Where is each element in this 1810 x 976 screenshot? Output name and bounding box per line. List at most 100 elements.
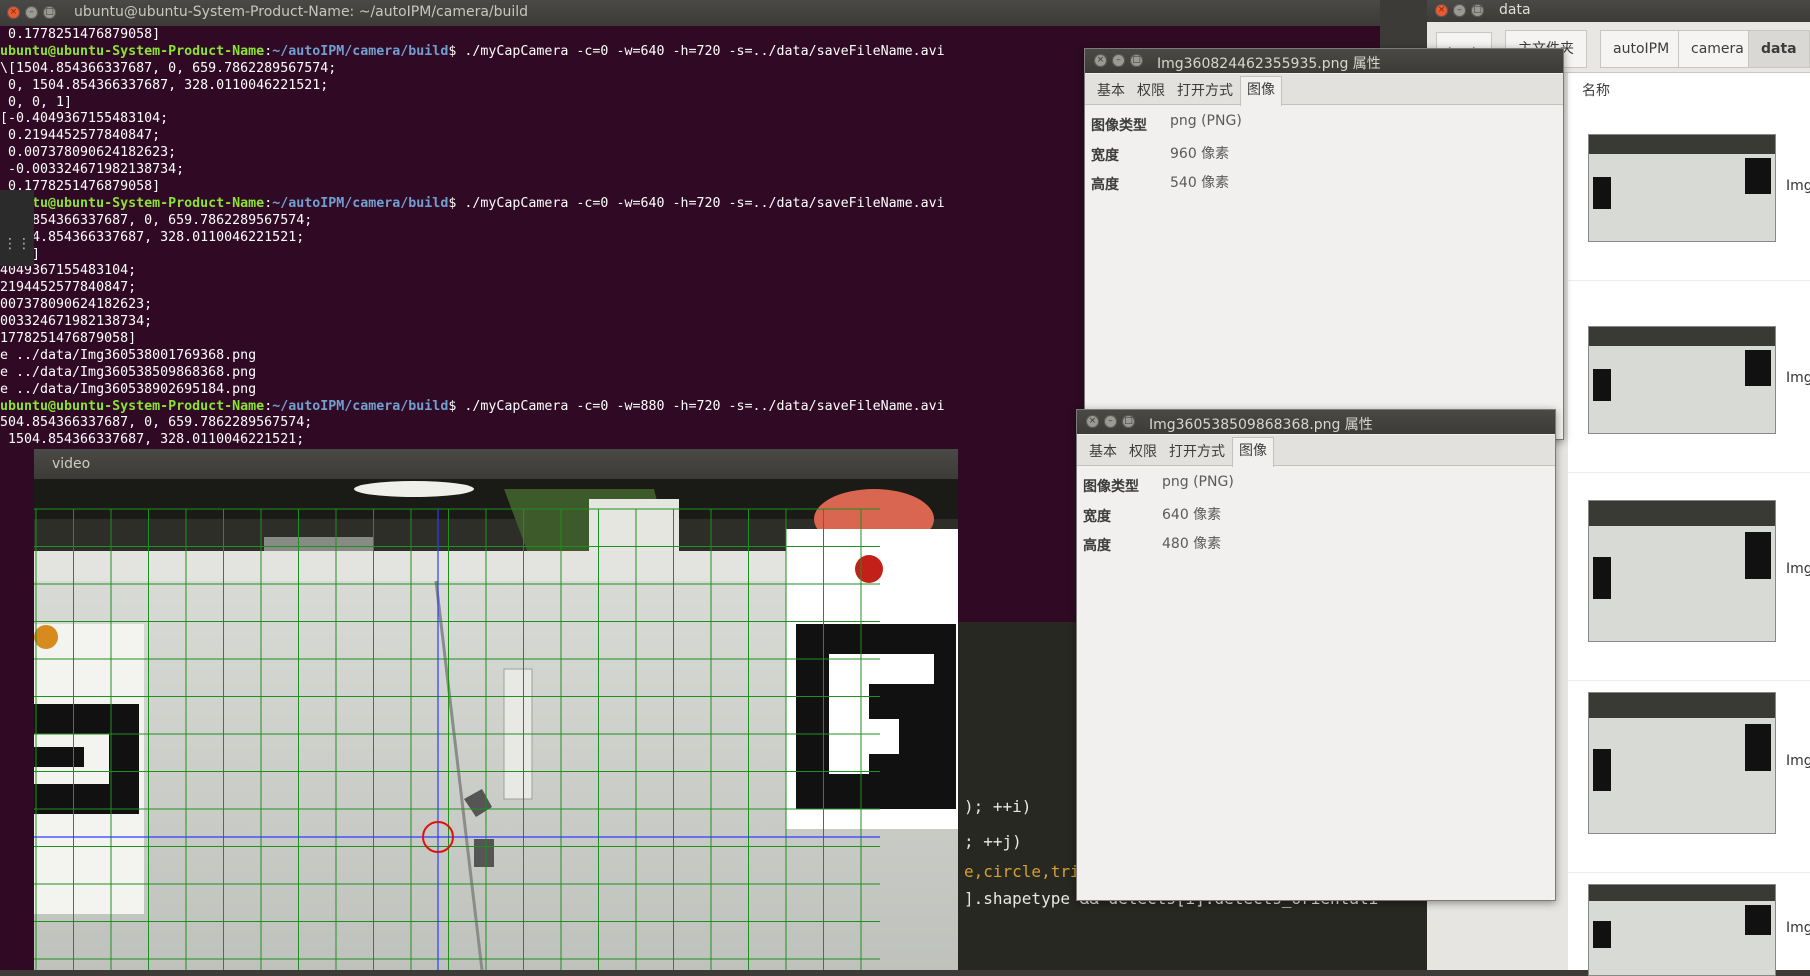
- maximize-icon[interactable]: □: [1130, 54, 1143, 67]
- app-grid-icon[interactable]: ⋮⋮: [3, 233, 31, 255]
- terminal-text: [-0.4049367155483104;: [0, 111, 169, 127]
- prompt-path: ~/autoIPM/camera/build: [272, 195, 449, 211]
- dialog-tabs: 基本 权限 打开方式 图像: [1077, 435, 1555, 467]
- breadcrumb-item[interactable]: autoIPM: [1600, 30, 1683, 68]
- thumb-marker: [1593, 369, 1611, 402]
- orange-magnet: [34, 625, 58, 649]
- prompt-colon: :: [264, 398, 273, 414]
- code-line: ); ++i): [964, 797, 1032, 816]
- file-name[interactable]: Img: [1786, 178, 1810, 194]
- property-label: 图像类型: [1083, 479, 1139, 495]
- file-name[interactable]: Img: [1786, 561, 1810, 577]
- terminal-text: -0.003324671982138734;: [0, 162, 185, 178]
- minimize-icon[interactable]: –: [1453, 4, 1466, 17]
- dialog-titlebar[interactable]: × – □ Img360824462355935.png 属性: [1085, 49, 1563, 73]
- thumb-marker: [1745, 723, 1771, 772]
- column-header-name[interactable]: 名称: [1582, 80, 1610, 100]
- breadcrumb-item[interactable]: data: [1748, 30, 1810, 68]
- marker-cell: [34, 747, 84, 767]
- terminal-text: \[1504.854366337687, 0, 659.786228956757…: [0, 60, 337, 76]
- tab-2[interactable]: 打开方式: [1163, 439, 1231, 465]
- thumb-marker: [1593, 749, 1611, 791]
- file-thumbnail[interactable]: [1588, 884, 1776, 976]
- thumb-ceiling: [1589, 135, 1775, 155]
- tab-2[interactable]: 打开方式: [1171, 78, 1239, 104]
- file-manager-titlebar[interactable]: × – □ data: [1427, 0, 1810, 22]
- tab-0[interactable]: 基本: [1091, 78, 1131, 104]
- video-frame[interactable]: [34, 479, 958, 970]
- terminal-titlebar[interactable]: × – □ ubuntu@ubuntu-System-Product-Name:…: [0, 0, 1380, 26]
- terminal-text: 504.854366337687, 0, 659.7862289567574;: [0, 415, 313, 431]
- property-value: 540 像素: [1170, 175, 1230, 191]
- prompt-user: ubuntu@ubuntu-System-Product-Name: [0, 398, 265, 414]
- minimize-icon[interactable]: –: [25, 6, 38, 19]
- thumb-marker: [1593, 557, 1611, 599]
- terminal-text: e ../data/Img360538001769368.png: [0, 347, 257, 363]
- tab-1[interactable]: 权限: [1131, 78, 1171, 104]
- prompt-colon: :: [264, 43, 273, 59]
- file-thumbnail[interactable]: [1588, 134, 1776, 242]
- file-name[interactable]: Img: [1786, 920, 1810, 936]
- maximize-icon[interactable]: □: [1471, 4, 1484, 17]
- property-value: png (PNG): [1170, 113, 1242, 129]
- close-icon[interactable]: ×: [1435, 4, 1448, 17]
- file-thumbnail[interactable]: [1588, 500, 1776, 642]
- dialog-title: Img360824462355935.png 属性: [1157, 56, 1381, 72]
- property-value: 960 像素: [1170, 146, 1230, 162]
- thumb-marker: [1745, 350, 1771, 387]
- terminal-text: 0.2194452577840847;: [0, 128, 161, 144]
- close-icon[interactable]: ×: [1094, 54, 1107, 67]
- maximize-icon[interactable]: □: [1122, 415, 1135, 428]
- terminal-text: 1504.854366337687, 328.0110046221521;: [0, 432, 305, 448]
- minimize-icon[interactable]: –: [1112, 54, 1125, 67]
- red-magnet: [855, 555, 883, 583]
- terminal-text: $ ./myCapCamera -c=0 -w=880 -h=720 -s=..…: [448, 398, 945, 414]
- video-titlebar[interactable]: video: [34, 449, 958, 479]
- terminal-line: 0.1778251476879058]: [0, 27, 1380, 44]
- tab-0[interactable]: 基本: [1083, 439, 1123, 465]
- tab-3[interactable]: 图像: [1240, 76, 1282, 106]
- terminal-text: $ ./myCapCamera -c=0 -w=640 -h=720 -s=..…: [448, 195, 945, 211]
- terminal-text: 1778251476879058]: [0, 331, 137, 347]
- terminal-text: 2194452577840847;: [0, 280, 137, 296]
- close-icon[interactable]: ×: [7, 6, 20, 19]
- property-value: png (PNG): [1162, 474, 1234, 490]
- tab-1[interactable]: 权限: [1123, 439, 1163, 465]
- file-name[interactable]: Img: [1786, 370, 1810, 386]
- thumb-ceiling: [1589, 885, 1775, 902]
- tab-3[interactable]: 图像: [1232, 437, 1274, 467]
- thumb-marker: [1745, 531, 1771, 580]
- file-name[interactable]: Img: [1786, 753, 1810, 769]
- terminal-text: 1504.854366337687, 328.0110046221521;: [0, 229, 305, 245]
- file-thumbnail[interactable]: [1588, 326, 1776, 434]
- terminal-text: 0.1778251476879058]: [0, 27, 161, 42]
- terminal-text: 007378090624182623;: [0, 297, 153, 313]
- marker-cell: [869, 719, 899, 754]
- maximize-icon[interactable]: □: [43, 6, 56, 19]
- row-separator: [1568, 472, 1810, 473]
- breadcrumb-item[interactable]: camera: [1678, 30, 1757, 68]
- row-separator: [1568, 680, 1810, 681]
- thumb-ceiling: [1589, 693, 1775, 719]
- properties-dialog-2[interactable]: × – □ Img360538509868368.png 属性 基本 权限 打开方式…: [1076, 409, 1556, 901]
- properties-dialog-1[interactable]: × – □ Img360824462355935.png 属性 基本 权限 打开方式…: [1084, 48, 1564, 440]
- row-separator: [1568, 280, 1810, 281]
- terminal-text: 0, 1504.854366337687, 328.0110046221521;: [0, 77, 329, 93]
- thumb-marker: [1593, 177, 1611, 210]
- row-separator: [1568, 872, 1810, 873]
- video-title: video: [52, 456, 91, 472]
- thumb-ceiling: [1589, 327, 1775, 347]
- terminal-text: 504.854366337687, 0, 659.7862289567574;: [0, 212, 313, 228]
- file-thumbnail[interactable]: [1588, 692, 1776, 834]
- marker-cell: [829, 654, 869, 774]
- prompt-path: ~/autoIPM/camera/build: [272, 43, 449, 59]
- minimize-icon[interactable]: –: [1104, 415, 1117, 428]
- code-line: ; ++j): [964, 832, 1022, 851]
- ceiling-light: [354, 481, 474, 497]
- terminal-text: $ ./myCapCamera -c=0 -w=640 -h=720 -s=..…: [448, 43, 945, 59]
- dialog-titlebar[interactable]: × – □ Img360538509868368.png 属性: [1077, 410, 1555, 434]
- prompt-user: ubuntu@ubuntu-System-Product-Name: [0, 195, 265, 211]
- property-label: 宽度: [1083, 509, 1111, 525]
- close-icon[interactable]: ×: [1086, 415, 1099, 428]
- property-label: 宽度: [1091, 148, 1119, 164]
